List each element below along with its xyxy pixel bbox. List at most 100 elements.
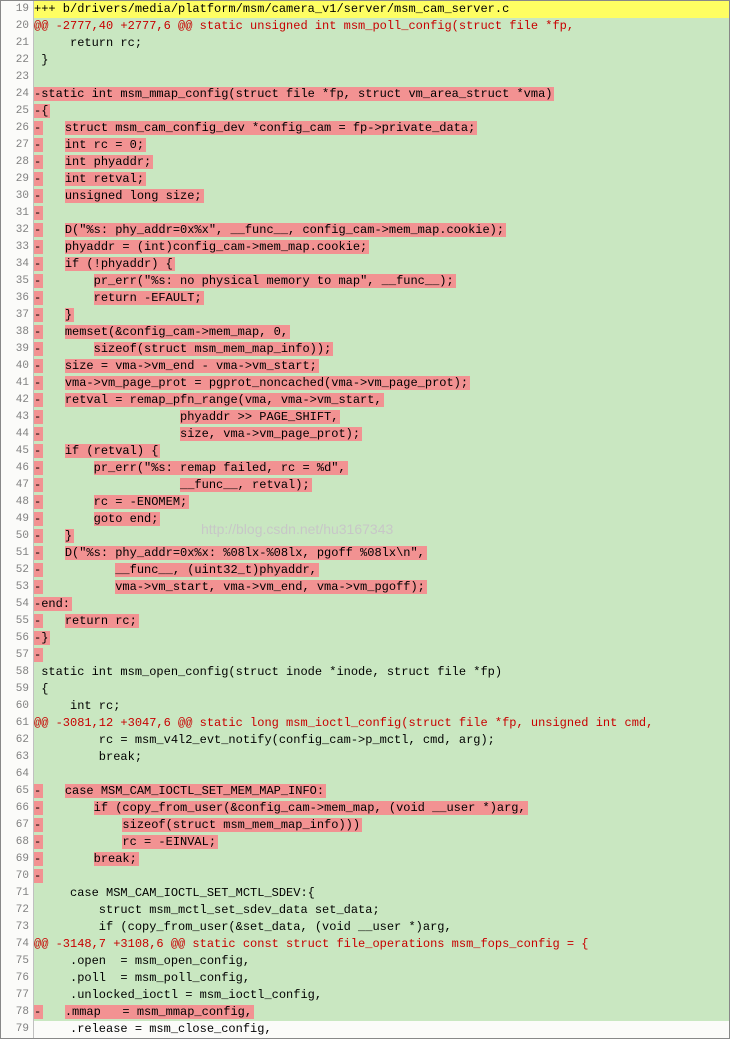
code-content: - struct msm_cam_config_dev *config_cam … bbox=[34, 120, 729, 137]
code-segment: - bbox=[34, 257, 43, 271]
line-number: 62 bbox=[1, 732, 34, 749]
code-segment: int rc; bbox=[34, 699, 120, 713]
line-number: 21 bbox=[1, 35, 34, 52]
line-number: 66 bbox=[1, 800, 34, 817]
code-line: 59 { bbox=[1, 681, 729, 698]
code-content: .unlocked_ioctl = msm_ioctl_config, bbox=[34, 987, 729, 1004]
code-segment: - bbox=[34, 801, 43, 815]
code-content: -static int msm_mmap_config(struct file … bbox=[34, 86, 729, 103]
code-content: - return rc; bbox=[34, 613, 729, 630]
code-content: - D("%s: phy_addr=0x%x: %08lx-%08lx, pgo… bbox=[34, 545, 729, 562]
code-segment: - bbox=[34, 869, 43, 883]
line-number: 78 bbox=[1, 1004, 34, 1021]
code-segment bbox=[43, 444, 65, 458]
code-segment: case MSM_CAM_IOCTL_SET_MCTL_SDEV:{ bbox=[34, 886, 315, 900]
code-line: 70- bbox=[1, 868, 729, 885]
code-line: 51- D("%s: phy_addr=0x%x: %08lx-%08lx, p… bbox=[1, 545, 729, 562]
code-content: return rc; bbox=[34, 35, 729, 52]
code-line: 21 return rc; bbox=[1, 35, 729, 52]
code-segment: size, vma->vm_page_prot); bbox=[180, 427, 362, 441]
code-segment bbox=[43, 529, 65, 543]
code-segment bbox=[34, 70, 41, 84]
code-segment bbox=[43, 393, 65, 407]
code-line: 42- retval = remap_pfn_range(vma, vma->v… bbox=[1, 392, 729, 409]
code-segment: .open = msm_open_config, bbox=[34, 954, 250, 968]
line-number: 48 bbox=[1, 494, 34, 511]
code-segment: return rc; bbox=[65, 614, 139, 628]
code-content: - return -EFAULT; bbox=[34, 290, 729, 307]
code-content: - } bbox=[34, 528, 729, 545]
code-line: 73 if (copy_from_user(&set_data, (void _… bbox=[1, 919, 729, 936]
code-segment: - bbox=[34, 189, 43, 203]
line-number: 60 bbox=[1, 698, 34, 715]
code-segment: - bbox=[34, 342, 43, 356]
code-line: 36- return -EFAULT; bbox=[1, 290, 729, 307]
code-segment: -{ bbox=[34, 104, 50, 118]
code-segment bbox=[43, 308, 65, 322]
line-number: 46 bbox=[1, 460, 34, 477]
code-segment: -end: bbox=[34, 597, 72, 611]
code-line: 71 case MSM_CAM_IOCTL_SET_MCTL_SDEV:{ bbox=[1, 885, 729, 902]
line-number: 70 bbox=[1, 868, 34, 885]
code-segment: __func__, retval); bbox=[180, 478, 312, 492]
code-segment: return rc; bbox=[34, 36, 142, 50]
code-line: 45- if (retval) { bbox=[1, 443, 729, 460]
line-number: 42 bbox=[1, 392, 34, 409]
code-segment: @@ -3148,7 +3108,6 @@ static const struc… bbox=[34, 937, 589, 951]
code-segment: - bbox=[34, 393, 43, 407]
code-line: 37- } bbox=[1, 307, 729, 324]
line-number: 28 bbox=[1, 154, 34, 171]
code-segment: if (retval) { bbox=[65, 444, 161, 458]
code-line: 28- int phyaddr; bbox=[1, 154, 729, 171]
code-segment: - bbox=[34, 478, 43, 492]
code-segment bbox=[43, 835, 122, 849]
line-number: 32 bbox=[1, 222, 34, 239]
code-segment: - bbox=[34, 325, 43, 339]
code-content: .poll = msm_poll_config, bbox=[34, 970, 729, 987]
code-segment bbox=[43, 223, 65, 237]
code-line: 79 .release = msm_close_config, bbox=[1, 1021, 729, 1038]
code-content: +++ b/drivers/media/platform/msm/camera_… bbox=[34, 1, 729, 18]
code-segment: int retval; bbox=[65, 172, 146, 186]
code-line: 64 bbox=[1, 766, 729, 783]
code-segment: phyaddr = (int)config_cam->mem_map.cooki… bbox=[65, 240, 369, 254]
code-line: 29- int retval; bbox=[1, 171, 729, 188]
line-number: 56 bbox=[1, 630, 34, 647]
code-line: 25-{ bbox=[1, 103, 729, 120]
code-segment: .unlocked_ioctl = msm_ioctl_config, bbox=[34, 988, 322, 1002]
code-segment: } bbox=[65, 308, 74, 322]
line-number: 36 bbox=[1, 290, 34, 307]
code-segment: - bbox=[34, 359, 43, 373]
code-line: 69- break; bbox=[1, 851, 729, 868]
code-segment: - bbox=[34, 563, 43, 577]
code-content: - sizeof(struct msm_mem_map_info))) bbox=[34, 817, 729, 834]
code-segment: case MSM_CAM_IOCTL_SET_MEM_MAP_INFO: bbox=[65, 784, 326, 798]
line-number: 40 bbox=[1, 358, 34, 375]
code-content: -} bbox=[34, 630, 729, 647]
line-number: 65 bbox=[1, 783, 34, 800]
code-line: 58 static int msm_open_config(struct ino… bbox=[1, 664, 729, 681]
code-content: -end: bbox=[34, 596, 729, 613]
line-number: 55 bbox=[1, 613, 34, 630]
line-number: 20 bbox=[1, 18, 34, 35]
code-content: - pr_err("%s: no physical memory to map"… bbox=[34, 273, 729, 290]
code-segment: sizeof(struct msm_mem_map_info))) bbox=[122, 818, 362, 832]
code-content: - __func__, retval); bbox=[34, 477, 729, 494]
line-number: 76 bbox=[1, 970, 34, 987]
code-content: - rc = -EINVAL; bbox=[34, 834, 729, 851]
code-content: @@ -2777,40 +2777,6 @@ static unsigned i… bbox=[34, 18, 729, 35]
code-segment: if (copy_from_user(&config_cam->mem_map,… bbox=[94, 801, 528, 815]
code-content: rc = msm_v4l2_evt_notify(config_cam->p_m… bbox=[34, 732, 729, 749]
line-number: 73 bbox=[1, 919, 34, 936]
code-line: 74@@ -3148,7 +3108,6 @@ static const str… bbox=[1, 936, 729, 953]
code-segment: - bbox=[34, 784, 43, 798]
code-segment bbox=[43, 376, 65, 390]
code-segment: - bbox=[34, 444, 43, 458]
code-segment: retval = remap_pfn_range(vma, vma->vm_st… bbox=[65, 393, 384, 407]
code-content: - phyaddr >> PAGE_SHIFT, bbox=[34, 409, 729, 426]
code-segment: { bbox=[34, 682, 48, 696]
line-number: 68 bbox=[1, 834, 34, 851]
code-content: - goto end; bbox=[34, 511, 729, 528]
code-segment: @@ -3081,12 +3047,6 @@ static long msm_i… bbox=[34, 716, 653, 730]
code-line: 77 .unlocked_ioctl = msm_ioctl_config, bbox=[1, 987, 729, 1004]
